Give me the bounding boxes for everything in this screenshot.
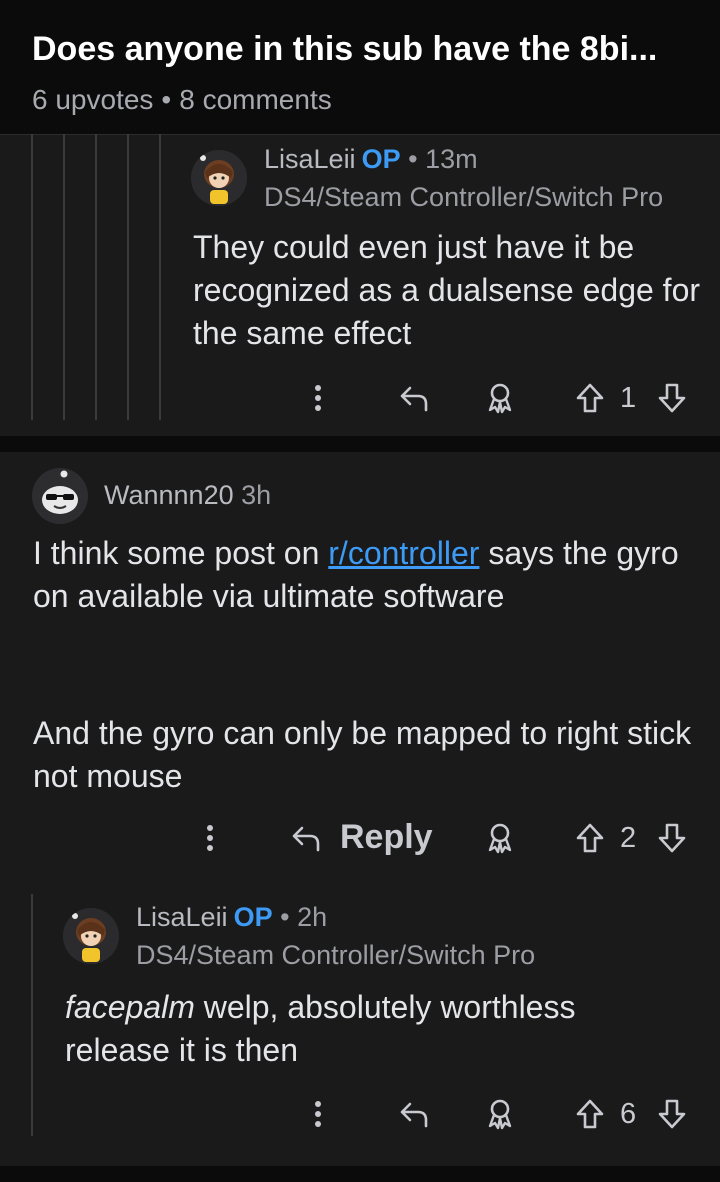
body-text: I think some post on bbox=[33, 535, 329, 571]
thread-line[interactable] bbox=[127, 134, 129, 420]
post-header: Does anyone in this sub have the 8bi... … bbox=[0, 0, 720, 135]
thread-line[interactable] bbox=[31, 134, 33, 420]
comment-body: They could even just have it be recogniz… bbox=[193, 229, 701, 351]
op-badge: OP bbox=[233, 902, 273, 932]
more-vertical-icon[interactable] bbox=[300, 1096, 336, 1132]
comment-meta: LisaLeii OP • 13m bbox=[264, 144, 478, 175]
post-title[interactable]: Does anyone in this sub have the 8bi... bbox=[32, 30, 692, 69]
upvote-count: 6 upvotes bbox=[32, 84, 154, 115]
comment-separator bbox=[0, 436, 720, 452]
upvote-arrow-icon[interactable] bbox=[572, 1096, 608, 1132]
comment-separator bbox=[0, 1166, 720, 1182]
post-meta: 6 upvotes • 8 comments bbox=[32, 84, 332, 116]
vote-count: 1 bbox=[620, 382, 637, 414]
comment-time: 3h bbox=[241, 480, 272, 510]
reply-arrow-icon[interactable] bbox=[396, 380, 432, 416]
avatar[interactable] bbox=[191, 150, 247, 206]
author-name[interactable]: Wannnn20 bbox=[104, 480, 234, 510]
meta-separator: • bbox=[161, 84, 172, 115]
award-icon[interactable] bbox=[482, 1096, 518, 1132]
thread-line[interactable] bbox=[95, 134, 97, 420]
thread-line[interactable] bbox=[63, 134, 65, 420]
comment-time: 13m bbox=[425, 144, 478, 174]
upvote-arrow-icon[interactable] bbox=[572, 820, 608, 856]
meta-separator: • bbox=[408, 144, 418, 174]
comment-body-paragraph: And the gyro can only be mapped to right… bbox=[33, 715, 692, 794]
vote-count: 6 bbox=[620, 1098, 637, 1130]
downvote-arrow-icon[interactable] bbox=[654, 820, 690, 856]
comment-meta: Wannnn20 3h bbox=[104, 480, 271, 511]
avatar[interactable] bbox=[63, 908, 119, 964]
reply-arrow-icon[interactable] bbox=[396, 1096, 432, 1132]
op-badge: OP bbox=[361, 144, 401, 174]
comment-meta: LisaLeii OP • 2h bbox=[136, 902, 327, 933]
thread-line[interactable] bbox=[159, 134, 161, 420]
author-name[interactable]: LisaLeii bbox=[136, 902, 228, 932]
more-vertical-icon[interactable] bbox=[192, 820, 228, 856]
comment-time: 2h bbox=[297, 902, 328, 932]
downvote-arrow-icon[interactable] bbox=[654, 380, 690, 416]
award-icon[interactable] bbox=[482, 820, 518, 856]
downvote-arrow-icon[interactable] bbox=[654, 1096, 690, 1132]
reply-button[interactable]: Reply bbox=[340, 818, 433, 857]
more-vertical-icon[interactable] bbox=[300, 380, 336, 416]
user-flair: DS4/Steam Controller/Switch Pro bbox=[136, 940, 536, 970]
vote-count: 2 bbox=[620, 822, 637, 854]
reply-arrow-icon[interactable] bbox=[288, 820, 324, 856]
award-icon[interactable] bbox=[482, 380, 518, 416]
author-name[interactable]: LisaLeii bbox=[264, 144, 356, 174]
comment-count[interactable]: 8 comments bbox=[179, 84, 332, 115]
meta-separator: • bbox=[280, 902, 290, 932]
comment-body: I think some post on r/controller says t… bbox=[33, 532, 693, 618]
comment-body: facepalm welp, absolutely worthless rele… bbox=[65, 986, 685, 1072]
user-flair: DS4/Steam Controller/Switch Pro bbox=[264, 182, 664, 212]
body-italic-text: facepalm bbox=[65, 989, 195, 1025]
avatar[interactable] bbox=[32, 468, 88, 524]
upvote-arrow-icon[interactable] bbox=[572, 380, 608, 416]
thread-line[interactable] bbox=[31, 894, 33, 1136]
subreddit-link[interactable]: r/controller bbox=[328, 535, 479, 571]
